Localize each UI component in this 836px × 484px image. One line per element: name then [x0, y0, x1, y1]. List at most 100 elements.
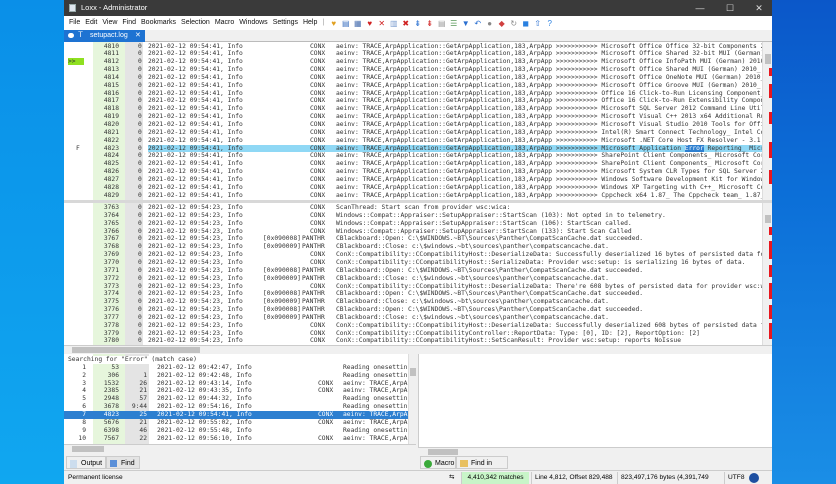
search-result-row[interactable]: 10 7567 22 2021-02-12 09:56:10, Info CONX aei…: [64, 435, 408, 443]
main-horizontal-scrollbar[interactable]: [64, 345, 772, 353]
search-results-list[interactable]: Searching for "Error" (match case) 1 53 202…: [64, 354, 408, 444]
log-row[interactable]: 3780 0 2021-02-12 09:54:23, Info CONX ConX::…: [64, 337, 762, 345]
menu-selection[interactable]: Selection: [181, 16, 210, 30]
log-row[interactable]: 4814 0 2021-02-12 09:54:41, Info CONX aeinv:…: [64, 74, 762, 82]
log-view-bottom[interactable]: 3763 0 2021-02-12 09:54:23, Info CONX ScanTh…: [64, 203, 762, 345]
log-row[interactable]: 3768 0 2021-02-12 09:54:23, Info [0x090009]…: [64, 243, 762, 251]
log-row[interactable]: F 4823 0 2021-02-12 09:54:41, Info CONX aeinv…: [64, 144, 762, 153]
log-row[interactable]: 4817 0 2021-02-12 09:54:41, Info CONX aeinv:…: [64, 97, 762, 105]
shield-icon[interactable]: ♥: [329, 19, 338, 28]
tab-close-icon[interactable]: ✕: [135, 30, 141, 42]
bottom-vertical-scrollbar[interactable]: [762, 203, 772, 345]
log-row[interactable]: 4828 0 2021-02-12 09:54:41, Info CONX aeinv:…: [64, 184, 762, 192]
list-icon[interactable]: ☰: [449, 19, 458, 28]
log-row[interactable]: 3771 0 2021-02-12 09:54:23, Info [0x090008]…: [64, 267, 762, 275]
tab-find-in-files[interactable]: Find in files: [456, 456, 508, 480]
menu-file[interactable]: File: [69, 16, 80, 30]
line-number: 2948: [103, 395, 119, 403]
log-row[interactable]: >> 4812 0 2021-02-12 09:54:41, Info CONX aein…: [64, 58, 762, 66]
edit-icon[interactable]: ▦: [353, 19, 362, 28]
log-row[interactable]: 3767 0 2021-02-12 09:54:23, Info [0x090008]…: [64, 235, 762, 243]
heart-icon[interactable]: ♥: [365, 19, 374, 28]
log-row[interactable]: 4826 0 2021-02-12 09:54:41, Info CONX aeinv:…: [64, 168, 762, 176]
log-row[interactable]: 4815 0 2021-02-12 09:54:41, Info CONX aeinv:…: [64, 82, 762, 90]
log-row[interactable]: 3776 0 2021-02-12 09:54:23, Info [0x090008]…: [64, 306, 762, 314]
log-row[interactable]: 3774 0 2021-02-12 09:54:23, Info [0x090008]…: [64, 290, 762, 298]
log-row[interactable]: 3769 0 2021-02-12 09:54:23, Info CONX ConX::…: [64, 251, 762, 259]
search-result-row[interactable]: 6 3678 9:44 2021-02-12 09:54:16, Info Readin…: [64, 403, 408, 411]
log-row[interactable]: 3778 0 2021-02-12 09:54:23, Info CONX ConX::…: [64, 322, 762, 330]
search-result-row[interactable]: 7 4823 25 2021-02-12 09:54:41, Info CONX aein…: [64, 410, 408, 419]
doc-icon[interactable]: ▤: [437, 19, 446, 28]
log-row[interactable]: 4810 0 2021-02-12 09:54:41, Info CONX aeinv:…: [64, 43, 762, 51]
menu-edit[interactable]: Edit: [85, 16, 97, 30]
log-row[interactable]: 4824 0 2021-02-12 09:54:41, Info CONX aeinv:…: [64, 152, 762, 160]
refresh-icon[interactable]: ↻: [509, 19, 518, 28]
page-icon[interactable]: ▥: [389, 19, 398, 28]
log-row[interactable]: 4816 0 2021-02-12 09:54:41, Info CONX aeinv:…: [64, 90, 762, 98]
log-row[interactable]: 3764 0 2021-02-12 09:54:23, Info CONX Window…: [64, 212, 762, 220]
delete-icon[interactable]: ✕: [377, 19, 386, 28]
tab-macro[interactable]: Macro: [420, 456, 456, 469]
menu-bookmarks[interactable]: Bookmarks: [141, 16, 176, 30]
log-row[interactable]: 4819 0 2021-02-12 09:54:41, Info CONX aeinv:…: [64, 113, 762, 121]
log-row[interactable]: 4813 0 2021-02-12 09:54:41, Info CONX aeinv:…: [64, 66, 762, 74]
bookmark-marker[interactable]: >>: [68, 58, 84, 66]
back-icon[interactable]: ↶: [473, 19, 482, 28]
menu-settings[interactable]: Settings: [273, 16, 298, 30]
menu-help[interactable]: Help: [303, 16, 317, 30]
filter-red-icon[interactable]: ⇟: [425, 19, 434, 28]
log-row[interactable]: 4827 0 2021-02-12 09:54:41, Info CONX aeinv:…: [64, 176, 762, 184]
search-result-row[interactable]: 4 2385 21 2021-02-12 09:43:35, Info CONX aein…: [64, 387, 408, 395]
save-icon[interactable]: ▤: [341, 19, 350, 28]
encoding[interactable]: UTF8: [724, 472, 744, 484]
log-row[interactable]: 4820 0 2021-02-12 09:54:41, Info CONX aeinv:…: [64, 121, 762, 129]
globe-icon[interactable]: [749, 473, 759, 483]
log-view-top[interactable]: 4810 0 2021-02-12 09:54:41, Info CONX aeinv:…: [64, 42, 762, 200]
macro-output-panel[interactable]: [418, 354, 772, 452]
log-row[interactable]: 3777 0 2021-02-12 09:54:23, Info [0x090009]…: [64, 314, 762, 322]
filter-down-icon[interactable]: ⇟: [413, 19, 422, 28]
maximize-button[interactable]: ☐: [719, 0, 741, 16]
top-vertical-scrollbar[interactable]: [762, 42, 772, 200]
macro-horizontal-scrollbar[interactable]: [418, 447, 772, 455]
log-row[interactable]: 3773 0 2021-02-12 09:54:23, Info CONX ConX::…: [64, 283, 762, 291]
search-result-row[interactable]: 2 306 1 2021-02-12 09:42:48, Info Reading on…: [64, 372, 408, 380]
log-row[interactable]: 4822 0 2021-02-12 09:54:41, Info CONX aeinv:…: [64, 137, 762, 145]
minimize-button[interactable]: —: [689, 0, 711, 16]
log-row[interactable]: 3775 0 2021-02-12 09:54:23, Info [0x090009]…: [64, 298, 762, 306]
chat-icon[interactable]: ◼: [521, 19, 530, 28]
log-row[interactable]: 3770 0 2021-02-12 09:54:23, Info CONX ConX::…: [64, 259, 762, 267]
log-row[interactable]: 3772 0 2021-02-12 09:54:23, Info [0x090009]…: [64, 275, 762, 283]
search-horizontal-scrollbar[interactable]: [64, 444, 416, 452]
log-row[interactable]: 3779 0 2021-02-12 09:54:23, Info CONX ConX::…: [64, 330, 762, 338]
log-row[interactable]: 4825 0 2021-02-12 09:54:41, Info CONX aeinv:…: [64, 160, 762, 168]
log-row[interactable]: 3765 0 2021-02-12 09:54:23, Info CONX Window…: [64, 220, 762, 228]
menu-macro[interactable]: Macro: [215, 16, 234, 30]
gem-icon[interactable]: ◆: [497, 19, 506, 28]
log-row[interactable]: 4818 0 2021-02-12 09:54:41, Info CONX aeinv:…: [64, 105, 762, 113]
search-result-row[interactable]: 1 53 2021-02-12 09:42:47, Info Reading ones…: [64, 364, 408, 372]
tab-setupact-log[interactable]: Ｔ setupact.log ✕: [64, 30, 145, 42]
log-row[interactable]: 3766 0 2021-02-12 09:54:23, Info CONX Window…: [64, 228, 762, 236]
record-icon[interactable]: ●: [485, 19, 494, 28]
clear-icon[interactable]: ✖: [401, 19, 410, 28]
search-result-row[interactable]: 9 6398 46 2021-02-12 09:55:48, Info Reading …: [64, 427, 408, 435]
close-button[interactable]: ✕: [748, 0, 770, 16]
log-row[interactable]: 4829 0 2021-02-12 09:54:41, Info CONX aeinv:…: [64, 192, 762, 200]
menu-windows[interactable]: Windows: [239, 16, 267, 30]
log-row[interactable]: 4811 0 2021-02-12 09:54:41, Info CONX aeinv:…: [64, 50, 762, 58]
upload-icon[interactable]: ⇧: [533, 19, 542, 28]
search-result-row[interactable]: 3 1532 26 2021-02-12 09:43:14, Info CONX aein…: [64, 380, 408, 388]
tab-find[interactable]: Find: [106, 456, 140, 469]
log-row[interactable]: 3763 0 2021-02-12 09:54:23, Info CONX ScanTh…: [64, 204, 762, 212]
menu-find[interactable]: Find: [122, 16, 136, 30]
help-icon[interactable]: ?: [545, 19, 554, 28]
log-row[interactable]: 4821 0 2021-02-12 09:54:41, Info CONX aeinv:…: [64, 129, 762, 137]
search-result-row[interactable]: 8 5676 21 2021-02-12 09:55:02, Info CONX aein…: [64, 419, 408, 427]
funnel-icon[interactable]: ▼: [461, 19, 470, 28]
search-vertical-scrollbar[interactable]: [408, 354, 416, 444]
search-result-row[interactable]: 5 2948 57 2021-02-12 09:44:32, Info Reading …: [64, 395, 408, 403]
tab-output[interactable]: Output: [66, 456, 106, 469]
menu-view[interactable]: View: [102, 16, 117, 30]
